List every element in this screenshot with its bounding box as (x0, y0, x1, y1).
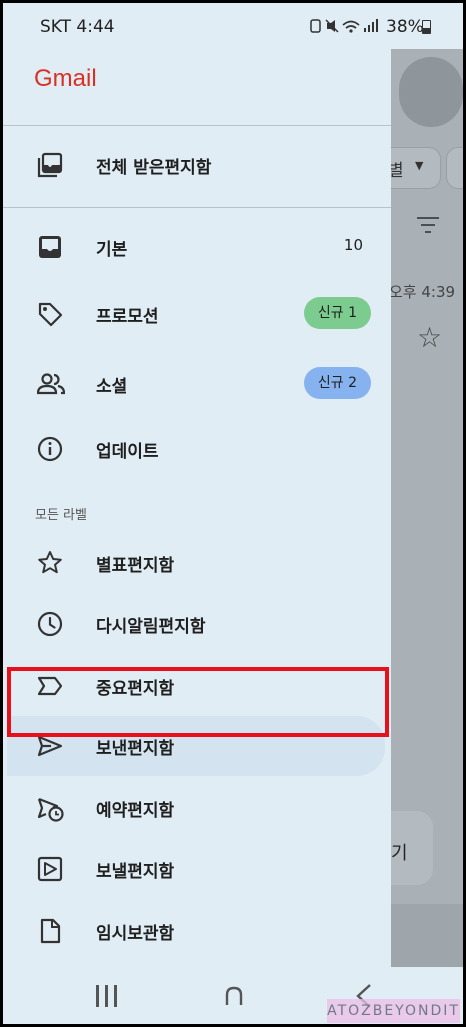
star-icon (37, 550, 63, 576)
important-icon (37, 673, 63, 699)
draft-icon (37, 918, 63, 944)
scheduled-send-icon (37, 795, 64, 822)
background-inbox: 별 ▼ 오후 4:39 ☆ 기 (371, 49, 463, 967)
battery-icon (422, 20, 431, 34)
drawer-item-sent[interactable]: 보낸편지함 (3, 716, 391, 776)
clock-icon (37, 611, 63, 637)
drawer-item-promotions[interactable]: 프로모션 신규 1 (3, 284, 391, 344)
new-badge: 신규 2 (303, 367, 371, 399)
info-icon (37, 436, 63, 462)
status-bar: SKT 4:44 38% (3, 3, 463, 49)
bottom-bar (391, 904, 463, 967)
chevron-down-icon: ▼ (415, 159, 424, 172)
drawer-item-updates[interactable]: 업데이트 (3, 419, 391, 479)
drawer-item-label: 다시알림편지함 (96, 617, 206, 637)
people-icon (37, 371, 65, 397)
drawer-item-outbox[interactable]: 보낼편지함 (3, 839, 391, 899)
inbox-icon (37, 234, 63, 260)
email-time: 오후 4:39 (389, 283, 456, 301)
divider (3, 125, 391, 126)
outbox-icon (37, 856, 63, 882)
drawer-item-label: 업데이트 (96, 442, 159, 462)
tag-icon (37, 301, 63, 327)
home-button[interactable] (225, 986, 243, 1006)
selected-background (7, 716, 385, 776)
drawer-item-label: 소셜 (96, 377, 128, 397)
avatar (399, 57, 463, 127)
new-badge: 신규 1 (303, 297, 371, 329)
drawer-item-all-inboxes[interactable]: 전체 받은편지함 (3, 135, 391, 195)
drawer-item-label: 예약편지함 (96, 801, 175, 821)
drawer-item-important[interactable]: 중요편지함 (3, 656, 391, 716)
watermark: ATOZBEYONDIT (327, 999, 460, 1023)
drawer-item-label: 프로모션 (96, 307, 159, 327)
drawer-item-snoozed[interactable]: 다시알림편지함 (3, 594, 391, 654)
drawer-item-drafts[interactable]: 임시보관함 (3, 901, 391, 961)
compose-label: 기 (391, 843, 408, 864)
drawer-item-label: 중요편지함 (96, 679, 175, 699)
drawer-item-social[interactable]: 소셜 신규 2 (3, 354, 391, 414)
star-icon: ☆ (417, 321, 443, 354)
unread-count: 10 (343, 236, 363, 254)
section-title: 모든 라벨 (35, 508, 87, 523)
drawer-item-primary[interactable]: 기본 10 (3, 217, 391, 277)
status-icons (309, 17, 381, 35)
carrier-time: SKT 4:44 (40, 17, 115, 37)
drawer-item-label: 임시보관함 (96, 924, 175, 944)
drawer-item-label: 기본 (96, 240, 128, 260)
signal-icons (310, 19, 378, 33)
filter-icon (417, 217, 439, 238)
screen: SKT 4:44 38% 별 ▼ 오후 4:39 ☆ 기 Gmail 전체 받은… (3, 3, 463, 1024)
filter-chip (446, 147, 463, 189)
all-inboxes-icon (37, 152, 63, 178)
drawer-item-label: 별표편지함 (96, 556, 175, 576)
drawer-item-starred[interactable]: 별표편지함 (3, 533, 391, 593)
send-icon (37, 733, 63, 759)
drawer-item-label: 보낸편지함 (96, 739, 175, 759)
drawer-item-label: 보낼편지함 (96, 862, 175, 882)
divider (3, 207, 391, 208)
recent-apps-button[interactable] (96, 985, 118, 1007)
navigation-drawer: Gmail 전체 받은편지함 기본 10 프로모션 신규 1 소셜 신규 2 업… (3, 49, 391, 967)
drawer-item-scheduled[interactable]: 예약편지함 (3, 778, 391, 838)
battery-percent: 38% (386, 17, 424, 37)
drawer-item-label: 전체 받은편지함 (96, 158, 212, 178)
app-title: Gmail (34, 65, 97, 92)
